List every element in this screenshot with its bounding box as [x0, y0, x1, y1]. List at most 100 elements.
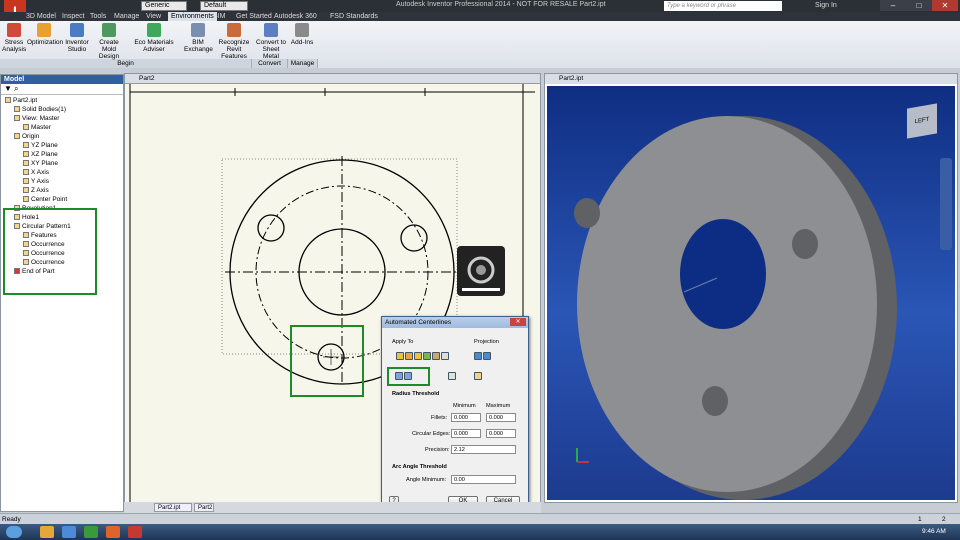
create-mold-design-button[interactable]: Create Mold Design [93, 23, 125, 60]
browser-node[interactable]: XY Plane [23, 160, 58, 168]
browser-node[interactable]: Solid Bodies(1) [14, 106, 66, 114]
ribbon-tab-inspect[interactable]: Inspect [62, 12, 85, 21]
browser-title[interactable]: Model [1, 75, 123, 84]
browser-node[interactable]: XZ Plane [23, 151, 58, 159]
stress-analysis-button[interactable]: Stress Analysis [2, 23, 26, 53]
circular-edges-max-input[interactable]: 0.000 [486, 429, 516, 438]
filter-icon[interactable]: ▼ [4, 84, 12, 93]
optimization-button[interactable]: Optimization [27, 23, 63, 46]
circular-edges-min-input[interactable]: 0.000 [451, 429, 481, 438]
inventor-taskbar-icon[interactable] [128, 526, 142, 538]
bends-icon[interactable] [448, 372, 456, 380]
browser-node[interactable]: YZ Plane [23, 142, 58, 150]
explorer-icon[interactable] [40, 526, 54, 538]
ie-icon[interactable] [62, 526, 76, 538]
doc-tab-part2-ipt[interactable]: Part2.ipt [154, 503, 192, 512]
fillets-min-input[interactable]: 0.000 [451, 413, 481, 422]
browser-node-label: View: Master [22, 115, 60, 122]
material-combo[interactable]: Generic [141, 1, 187, 11]
arc-threshold-label: Arc Angle Threshold [392, 464, 447, 470]
angle-minimum-input[interactable]: 0.00 [451, 475, 516, 484]
ribbon-tab-3d-model[interactable]: 3D Model [26, 12, 56, 21]
ribbon-tab-get-started[interactable]: Get Started [236, 12, 272, 21]
axis-parallel-icon[interactable] [483, 352, 491, 360]
viewport-3d-window: Part2.ipt LEFT [544, 73, 958, 503]
browser-node-label: Master [31, 124, 51, 131]
browser-node[interactable]: Z Axis [23, 187, 49, 195]
browser-node-label: Origin [22, 133, 40, 140]
fillets-max-input[interactable]: 0.000 [486, 413, 516, 422]
eco-materials-adviser-icon [147, 23, 161, 37]
browser-node[interactable]: Y Axis [23, 178, 49, 186]
appearance-combo[interactable]: Default [200, 1, 248, 11]
fillets-icon[interactable] [405, 352, 413, 360]
tree-node-icon [14, 115, 20, 122]
navigation-bar[interactable] [940, 158, 952, 250]
browser-node-label: Center Point [31, 196, 68, 203]
ribbon-tab-bim[interactable]: BIM [213, 12, 225, 21]
inventor-studio-button[interactable]: Inventor Studio [63, 23, 91, 53]
recognize-revit-features-button[interactable]: Recognize Revit Features [216, 23, 252, 60]
ribbon-button-label: Recognize Revit Features [218, 39, 250, 60]
ribbon-button-label: Eco Materials Adviser [134, 39, 174, 53]
sign-in-link[interactable]: Sign In [815, 2, 837, 9]
punches-icon[interactable] [441, 352, 449, 360]
media-icon[interactable] [84, 526, 98, 538]
highlight-box-features [3, 208, 97, 295]
ribbon-tab-autodesk-360[interactable]: Autodesk 360 [274, 12, 317, 21]
ribbon-tab-environments[interactable]: Environments [168, 12, 217, 21]
holes-icon[interactable] [396, 352, 404, 360]
help-search-input[interactable]: Type a keyword or phrase [664, 1, 782, 11]
close-icon[interactable]: ✕ [932, 0, 958, 11]
revolved-features-icon[interactable] [423, 352, 431, 360]
create-mold-design-icon [102, 23, 116, 37]
firefox-icon[interactable] [106, 526, 120, 538]
browser-node[interactable]: Part2.ipt [5, 97, 37, 105]
add-ins-button[interactable]: Add-Ins [290, 23, 314, 46]
find-icon[interactable]: ⌕ [14, 84, 18, 93]
highlight-box-patterns [387, 367, 430, 386]
browser-node[interactable]: Center Point [23, 196, 67, 204]
browser-node[interactable]: X Axis [23, 169, 49, 177]
ribbon-tab-fsd-standards[interactable]: FSD Standards [330, 12, 378, 21]
dialog-close-icon[interactable]: ✕ [510, 318, 526, 326]
browser-node-label: Y Axis [31, 178, 49, 185]
ribbon-button-label: Convert to Sheet Metal [256, 39, 286, 60]
start-button[interactable] [6, 526, 22, 538]
status-bar: Ready 1 2 [0, 513, 960, 524]
browser-node[interactable]: View: Master [14, 115, 59, 123]
tree-node-icon [14, 133, 20, 140]
precision-select[interactable]: 2.12 [451, 445, 516, 454]
tooltip-centerline-icon [457, 246, 505, 296]
browser-node[interactable]: Origin [14, 133, 39, 141]
eco-materials-adviser-button[interactable]: Eco Materials Adviser [125, 23, 183, 53]
radius-threshold-label: Radius Threshold [392, 391, 440, 397]
window-title: Autodesk Inventor Professional 2014 - NO… [396, 1, 606, 8]
browser-node-label: Z Axis [31, 187, 49, 194]
browser-node[interactable]: Master [23, 124, 51, 132]
panel-convert: Convert [252, 59, 288, 68]
viewport-3d-canvas[interactable]: LEFT [547, 86, 955, 500]
view-cube[interactable]: LEFT [907, 103, 937, 139]
ribbon-tab-tools[interactable]: Tools [90, 12, 106, 21]
axis-normal-icon[interactable] [474, 352, 482, 360]
doc-tab-part2[interactable]: Part2 [194, 503, 214, 512]
stress-analysis-icon [7, 23, 21, 37]
convert-to-sheet-metal-icon [264, 23, 278, 37]
bim-exchange-button[interactable]: BIM Exchange [184, 23, 213, 53]
ribbon-button-label: Add-Ins [290, 39, 314, 46]
ribbon-button-label: BIM Exchange [184, 39, 213, 53]
viewport-tab-title[interactable]: Part2.ipt [545, 74, 957, 84]
browser-node-label: X Axis [31, 169, 50, 176]
fillets-label: Fillets: [431, 415, 448, 421]
maximize-icon[interactable]: □ [906, 0, 932, 11]
sketch-icon[interactable] [474, 372, 482, 380]
cylindrical-features-icon[interactable] [414, 352, 422, 360]
minimize-icon[interactable]: – [880, 0, 906, 11]
ribbon-tab-manage[interactable]: Manage [114, 12, 139, 21]
work-features-icon[interactable] [432, 352, 440, 360]
ribbon-tab-view[interactable]: View [146, 12, 161, 21]
convert-to-sheet-metal-button[interactable]: Convert to Sheet Metal [255, 23, 287, 60]
browser-node-label: XZ Plane [31, 151, 58, 158]
sketch-tab-title[interactable]: Part2 [125, 74, 540, 84]
